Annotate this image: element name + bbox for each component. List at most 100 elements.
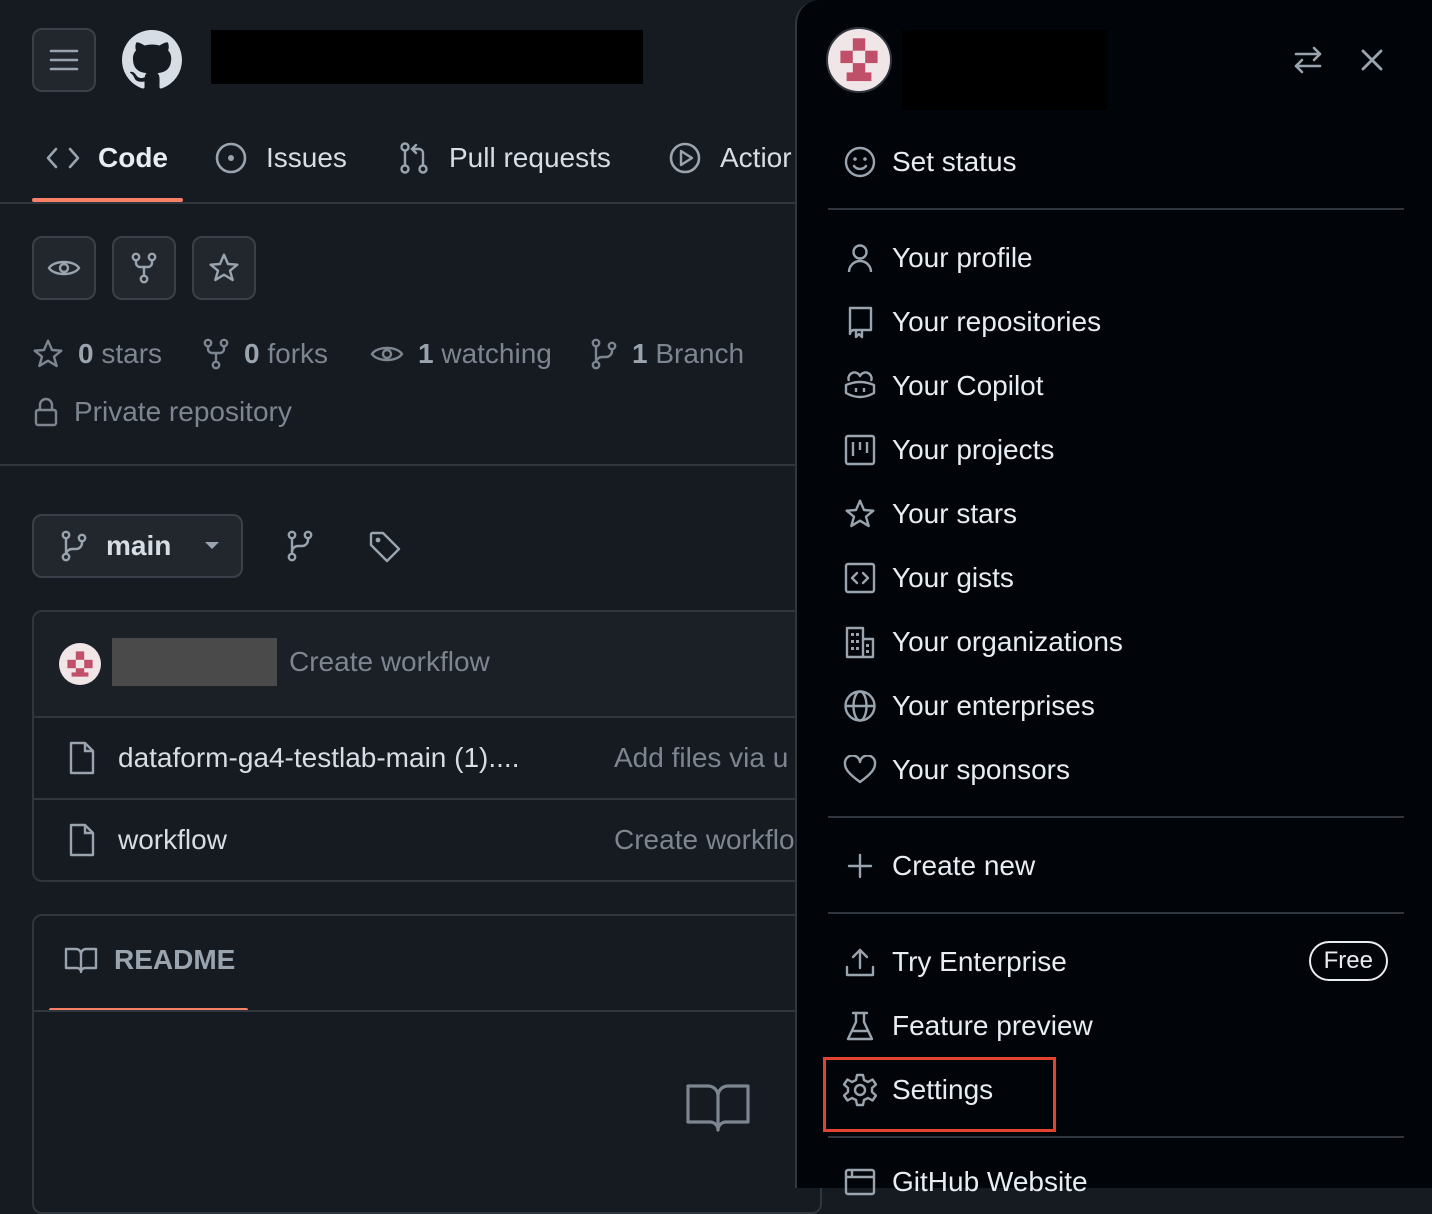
- menu-item-your-sponsors[interactable]: Your sponsors: [842, 748, 1070, 792]
- menu-item-label: Create new: [892, 850, 1036, 881]
- menu-divider: [828, 816, 1404, 818]
- tab-pull-requests[interactable]: Pull requests: [397, 138, 611, 178]
- readme-divider: [34, 1010, 814, 1012]
- menu-item-your-gists[interactable]: Your gists: [842, 556, 1014, 600]
- close-button[interactable]: [1356, 44, 1388, 76]
- readme-tab[interactable]: README: [64, 944, 235, 976]
- git-branch-icon: [591, 338, 617, 370]
- file-commit-message[interactable]: Add files via u: [614, 742, 788, 774]
- branches-link[interactable]: [286, 530, 314, 562]
- star-icon: [845, 499, 875, 528]
- redacted-username: [902, 30, 1107, 110]
- file-name[interactable]: workflow: [118, 824, 227, 856]
- menu-item-your-projects[interactable]: Your projects: [842, 428, 1054, 472]
- stars-count[interactable]: 0 stars: [32, 334, 162, 374]
- file-row[interactable]: workflow Create workflo: [34, 798, 814, 880]
- arrow-switch-icon: [1294, 46, 1322, 74]
- stars-label: stars: [101, 338, 163, 369]
- readme-tab-label: README: [114, 944, 236, 975]
- file-icon: [69, 741, 95, 775]
- forks-count[interactable]: 0 forks: [202, 334, 328, 374]
- hamburger-icon: [49, 49, 79, 71]
- menu-item-label: GitHub Website: [892, 1166, 1088, 1197]
- play-icon: [669, 142, 701, 174]
- smiley-icon: [844, 146, 876, 178]
- menu-item-try-enterprise[interactable]: Try Enterprise Free: [842, 940, 1388, 984]
- file-name[interactable]: dataform-ga4-testlab-main (1)....: [118, 742, 520, 774]
- menu-item-label: Your projects: [892, 434, 1055, 465]
- switch-account-button[interactable]: [1290, 42, 1326, 78]
- globe-icon: [844, 690, 876, 722]
- menu-item-label: Your repositories: [892, 306, 1102, 337]
- file-row[interactable]: dataform-ga4-testlab-main (1).... Add fi…: [34, 716, 814, 798]
- branch-selector[interactable]: main: [32, 514, 243, 578]
- user-avatar[interactable]: [826, 27, 892, 93]
- watching-count[interactable]: 1 watching: [370, 334, 552, 374]
- lock-icon: [34, 397, 58, 427]
- free-badge: Free: [1308, 941, 1388, 981]
- menu-item-label: Your gists: [892, 562, 1014, 593]
- fork-button[interactable]: [112, 236, 176, 300]
- branch-number: 1: [632, 338, 648, 369]
- issue-opened-icon: [215, 142, 247, 174]
- github-logo-icon[interactable]: [122, 30, 182, 90]
- menu-item-your-enterprises[interactable]: Your enterprises: [842, 684, 1095, 728]
- watching-number: 1: [418, 338, 434, 369]
- branch-selector-label: main: [106, 530, 172, 561]
- git-pull-request-icon: [400, 142, 428, 174]
- file-icon: [69, 823, 95, 857]
- avatar[interactable]: [59, 643, 101, 685]
- menu-item-create-new[interactable]: Create new: [842, 844, 1035, 888]
- tab-label: Pull requests: [449, 142, 611, 173]
- triangle-down-icon: [205, 542, 220, 549]
- watch-button[interactable]: [32, 236, 96, 300]
- menu-item-label: Your organizations: [892, 626, 1123, 657]
- copilot-icon: [844, 371, 876, 399]
- tabs-divider: [0, 202, 800, 204]
- plus-icon: [847, 853, 873, 879]
- git-branch-icon: [61, 530, 87, 562]
- tag-icon: [369, 531, 401, 563]
- code-square-icon: [844, 562, 876, 594]
- menu-item-label: Try Enterprise: [892, 946, 1067, 977]
- book-icon: [64, 947, 98, 974]
- close-icon: [1361, 49, 1383, 71]
- section-divider: [0, 464, 800, 466]
- menu-item-label: Your stars: [892, 498, 1018, 529]
- tab-label: Code: [98, 142, 168, 173]
- hamburger-menu-button[interactable]: [32, 28, 96, 92]
- tags-link[interactable]: [368, 530, 402, 564]
- menu-item-your-organizations[interactable]: Your organizations: [842, 620, 1123, 664]
- repo-forked-icon: [131, 252, 157, 284]
- beaker-icon: [846, 1011, 874, 1041]
- visibility-label: Private repository: [74, 396, 292, 427]
- star-button[interactable]: [192, 236, 256, 300]
- menu-divider: [828, 912, 1404, 914]
- organization-icon: [845, 626, 875, 659]
- menu-item-github-website[interactable]: GitHub Website: [842, 1160, 1088, 1204]
- heart-icon: [843, 755, 877, 784]
- tab-actions[interactable]: Actior: [668, 138, 792, 178]
- git-branch-icon: [287, 530, 313, 562]
- file-commit-message[interactable]: Create workflo: [614, 824, 795, 856]
- menu-divider: [828, 1136, 1404, 1138]
- tab-label: Actior: [720, 142, 792, 173]
- menu-item-label: Feature preview: [892, 1010, 1093, 1041]
- menu-item-set-status[interactable]: Set status: [842, 140, 1017, 184]
- menu-item-your-repositories[interactable]: Your repositories: [842, 300, 1101, 344]
- star-icon: [33, 339, 63, 368]
- watching-label: watching: [441, 338, 552, 369]
- branch-count[interactable]: 1 Branch: [590, 334, 744, 374]
- stars-number: 0: [78, 338, 94, 369]
- latest-commit-message[interactable]: Create workflow: [289, 646, 490, 678]
- menu-item-your-profile[interactable]: Your profile: [842, 236, 1033, 280]
- redacted-author: [112, 638, 277, 686]
- tab-issues[interactable]: Issues: [214, 138, 347, 178]
- menu-item-your-stars[interactable]: Your stars: [842, 492, 1017, 536]
- upload-icon: [845, 948, 875, 977]
- tab-code[interactable]: Code: [46, 138, 168, 178]
- visibility-indicator: Private repository: [32, 392, 292, 432]
- menu-item-your-copilot[interactable]: Your Copilot: [842, 364, 1044, 408]
- code-icon: [46, 147, 80, 169]
- menu-item-feature-preview[interactable]: Feature preview: [842, 1004, 1093, 1048]
